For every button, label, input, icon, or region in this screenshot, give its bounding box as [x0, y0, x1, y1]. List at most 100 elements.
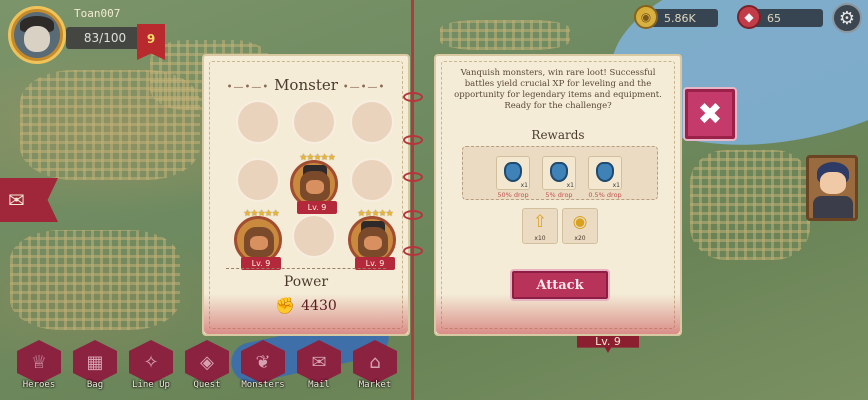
empty-monster-slot[interactable]	[350, 100, 394, 144]
reward-qty: x1	[520, 182, 528, 189]
gold-coin-icon: ◉	[572, 212, 588, 232]
player-name: Toan007	[74, 7, 121, 20]
rope	[411, 0, 414, 400]
nav-label: Line Up	[132, 380, 170, 390]
blue-gem-icon	[550, 162, 568, 182]
nav-label: Heroes	[22, 380, 56, 390]
empty-monster-slot[interactable]	[292, 100, 336, 144]
reward-item[interactable]: x1	[542, 156, 576, 190]
blue-gem-icon	[504, 162, 522, 182]
gear-icon: ⚙	[838, 7, 856, 29]
drop-chance: 50% drop	[497, 191, 529, 199]
map-level-text: Lv. 9	[595, 335, 621, 348]
binding-ring	[403, 172, 423, 182]
lineup-icon: ✧	[129, 340, 173, 384]
power-value: 4430	[301, 297, 337, 314]
gold-reward[interactable]: ◉ x20	[562, 208, 598, 244]
monster-panel: •—•—• Monster •—•—• ★★★★★ Lv. 9 ★★★★★ Lv…	[202, 54, 410, 336]
xp-arrow-icon: ⇧	[532, 212, 548, 232]
close-button[interactable]: ✖	[683, 87, 737, 141]
binding-ring	[403, 246, 423, 256]
gold-coin-icon: ◉	[634, 5, 658, 29]
chat-icon: ✉	[8, 188, 25, 212]
monster-title-text: Monster	[274, 76, 338, 94]
power-divider	[226, 268, 386, 269]
reward-item[interactable]: x1	[496, 156, 530, 190]
hero-portrait[interactable]	[806, 155, 858, 221]
power-label: Power	[283, 274, 329, 290]
nav-bag[interactable]: ▦ Bag	[70, 340, 120, 398]
player-avatar[interactable]	[8, 6, 66, 64]
attack-button[interactable]: Attack	[510, 269, 610, 301]
gold-counter[interactable]: ◉ 5.86K	[634, 5, 718, 29]
bat-icon: ❦	[241, 340, 285, 384]
monster-face	[306, 180, 324, 194]
bag-icon: ▦	[73, 340, 117, 384]
gem-amount: 65	[767, 11, 781, 25]
hero-body	[813, 196, 853, 218]
hp-bar: 83/100	[66, 27, 144, 49]
avatar-face	[24, 26, 50, 52]
bottom-nav: ♕ Heroes ▦ Bag ✧ Line Up ◈ Quest ❦ Monst…	[14, 340, 400, 398]
blue-gem-icon	[596, 162, 614, 182]
nav-heroes[interactable]: ♕ Heroes	[14, 340, 64, 398]
helmet-icon: ♕	[17, 340, 61, 384]
nav-quest[interactable]: ◈ Quest	[182, 340, 232, 398]
market-icon: ⌂	[353, 340, 397, 384]
binding-ring	[403, 135, 423, 145]
nav-mail[interactable]: ✉ Mail	[294, 340, 344, 398]
empty-monster-slot[interactable]	[236, 158, 280, 202]
monster-face	[250, 236, 268, 250]
nav-label: Mail	[308, 380, 330, 390]
map-town	[440, 20, 570, 50]
battle-description: Vanquish monsters, win rare loot! Succes…	[454, 68, 662, 111]
title-deco-left: •—•—•	[226, 82, 270, 93]
reward-qty: x1	[612, 182, 620, 189]
drop-chance: 0.5% drop	[588, 191, 622, 199]
nav-label: Market	[358, 380, 392, 390]
power-row: ✊ 4430	[204, 296, 408, 315]
ruby-gem-icon: ◆	[737, 5, 761, 29]
hero-face	[820, 172, 846, 194]
nav-label: Quest	[193, 380, 221, 390]
monster-face	[364, 236, 382, 250]
drop-chance: 5% drop	[545, 191, 573, 199]
monster-slot-bottom-right[interactable]: ★★★★★ Lv. 9	[348, 209, 396, 270]
monster-level-tag: Lv. 9	[297, 201, 337, 214]
monster-stars: ★★★★★	[357, 209, 393, 219]
gold-amount: 5.86K	[664, 11, 696, 25]
xp-qty: x10	[534, 235, 546, 242]
monster-stars: ★★★★★	[299, 153, 335, 163]
battle-info-panel: Vanquish monsters, win rare loot! Succes…	[434, 54, 682, 336]
map-town	[690, 150, 810, 260]
rewards-title: Rewards	[531, 128, 585, 142]
reward-item[interactable]: x1	[588, 156, 622, 190]
monster-slot-center[interactable]: ★★★★★ Lv. 9	[290, 153, 338, 214]
monster-slot-bottom-left[interactable]: ★★★★★ Lv. 9	[234, 209, 282, 270]
avatar-portrait	[14, 12, 60, 58]
empty-monster-slot[interactable]	[292, 214, 336, 258]
player-level: 9	[146, 32, 156, 46]
empty-monster-slot[interactable]	[350, 158, 394, 202]
nav-monsters[interactable]: ❦ Monsters	[238, 340, 288, 398]
muscle-icon: ✊	[275, 296, 296, 315]
quest-scroll-icon: ◈	[185, 340, 229, 384]
reward-qty: x1	[566, 182, 574, 189]
binding-ring	[403, 210, 423, 220]
binding-ring	[403, 92, 423, 102]
gem-counter[interactable]: ◆ 65	[737, 5, 823, 29]
xp-reward[interactable]: ⇧ x10	[522, 208, 558, 244]
mail-icon: ✉	[297, 340, 341, 384]
nav-line-up[interactable]: ✧ Line Up	[126, 340, 176, 398]
title-deco-right: •—•—•	[342, 82, 386, 93]
monster-stars: ★★★★★	[243, 209, 279, 219]
nav-label: Bag	[86, 380, 104, 390]
hp-text: 83/100	[83, 31, 127, 45]
nav-market[interactable]: ⌂ Market	[350, 340, 400, 398]
settings-button[interactable]: ⚙	[832, 3, 862, 33]
monster-panel-title: •—•—• Monster •—•—•	[204, 76, 408, 94]
gold-qty: x20	[574, 235, 586, 242]
empty-monster-slot[interactable]	[236, 100, 280, 144]
nav-label: Monsters	[241, 380, 285, 390]
map-town	[10, 230, 180, 330]
